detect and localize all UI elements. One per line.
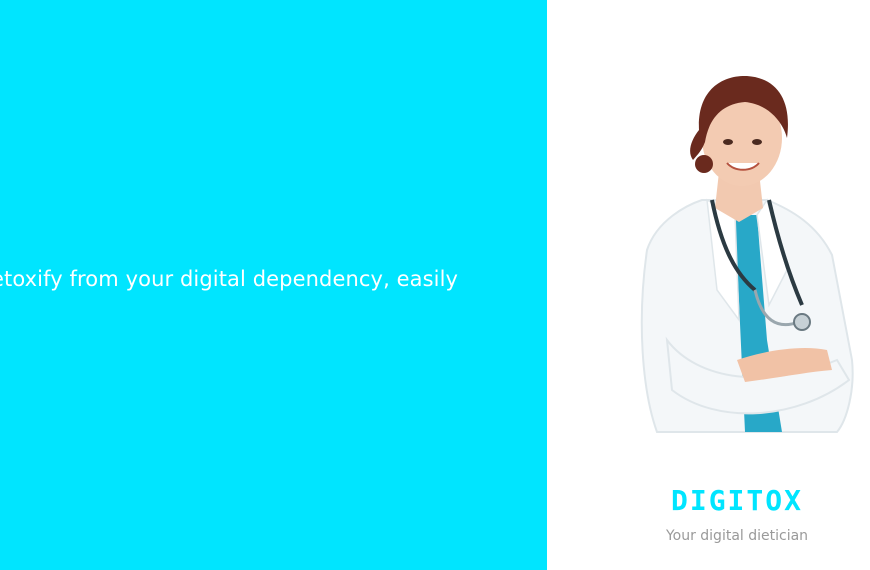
brand-name: DIGITOX: [670, 484, 803, 517]
brand-panel: DIGITOX Your digital dietician: [547, 0, 870, 570]
doctor-portrait-illustration: [640, 75, 854, 433]
landing-page: etoxify from your digital dependency, ea…: [0, 0, 870, 570]
hero-tagline: etoxify from your digital dependency, ea…: [0, 267, 459, 291]
brand-subtitle: Your digital dietician: [665, 528, 809, 544]
hero-panel: etoxify from your digital dependency, ea…: [0, 0, 547, 570]
